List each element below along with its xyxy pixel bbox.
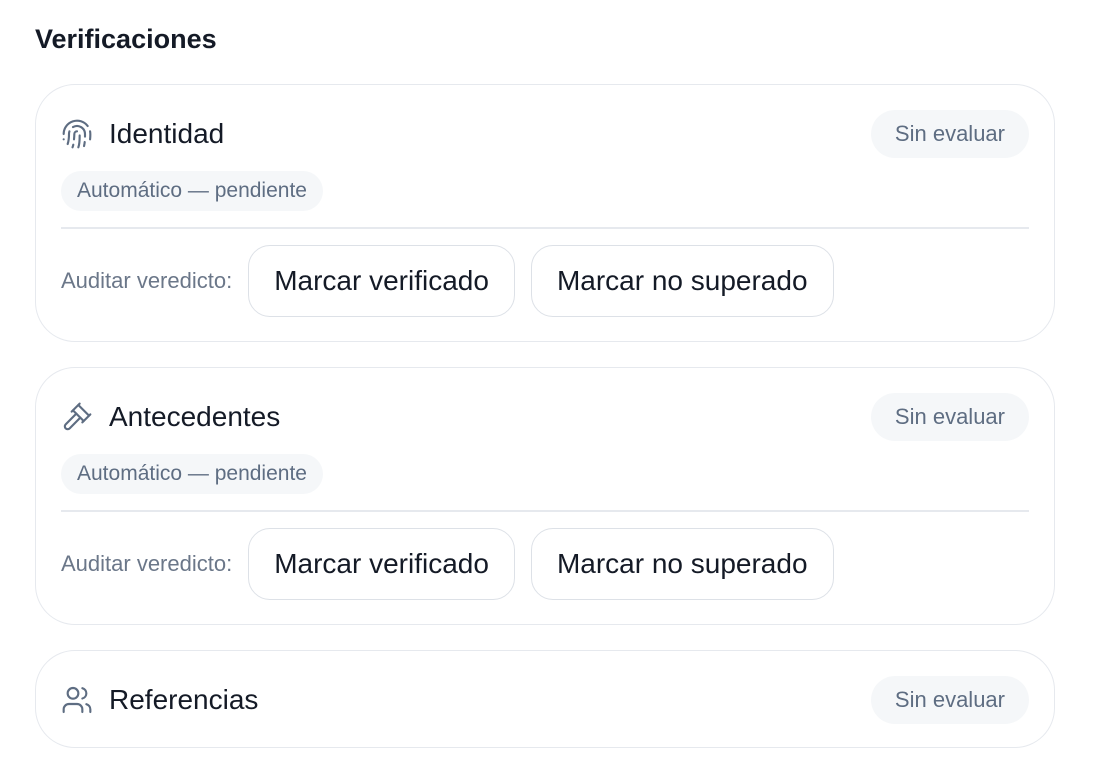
check-card-identidad: Identidad Sin evaluar Automático — pendi…: [35, 84, 1055, 342]
check-card-antecedentes: Antecedentes Sin evaluar Automático — pe…: [35, 367, 1055, 625]
section-title: Verificaciones: [35, 24, 217, 54]
gavel-icon: [61, 401, 93, 433]
card-header: Antecedentes Sin evaluar: [61, 393, 1029, 441]
method-chip: Automático — pendiente: [61, 454, 323, 494]
audit-row: Auditar veredicto: Marcar verificado Mar…: [61, 245, 850, 317]
audit-row: Auditar veredicto: Marcar verificado Mar…: [61, 528, 850, 600]
title-wrap: Antecedentes: [61, 401, 280, 433]
audit-label: Auditar veredicto:: [61, 268, 233, 293]
status-badge: Sin evaluar: [870, 676, 1029, 724]
check-card-referencias: Referencias Sin evaluar: [35, 650, 1055, 748]
mark-verified-button[interactable]: Marcar verificado: [248, 245, 515, 317]
card-header: Identidad Sin evaluar: [61, 110, 1029, 158]
status-badge: Sin evaluar: [870, 110, 1029, 158]
users-icon: [61, 684, 93, 716]
fingerprint-icon: [61, 118, 93, 150]
mark-verified-button[interactable]: Marcar verificado: [248, 528, 515, 600]
mark-failed-button[interactable]: Marcar no superado: [530, 528, 834, 600]
card-title: Referencias: [109, 684, 259, 715]
divider: [61, 510, 1029, 512]
status-badge: Sin evaluar: [870, 393, 1029, 441]
card-title: Identidad: [109, 118, 225, 149]
title-wrap: Referencias: [61, 684, 258, 716]
mark-failed-button[interactable]: Marcar no superado: [530, 245, 834, 317]
title-wrap: Identidad: [61, 118, 224, 150]
method-chip: Automático — pendiente: [61, 171, 323, 211]
audit-label: Auditar veredicto:: [61, 551, 233, 576]
card-header: Referencias Sin evaluar: [61, 676, 1029, 724]
card-title: Antecedentes: [109, 401, 281, 432]
divider: [61, 227, 1029, 229]
